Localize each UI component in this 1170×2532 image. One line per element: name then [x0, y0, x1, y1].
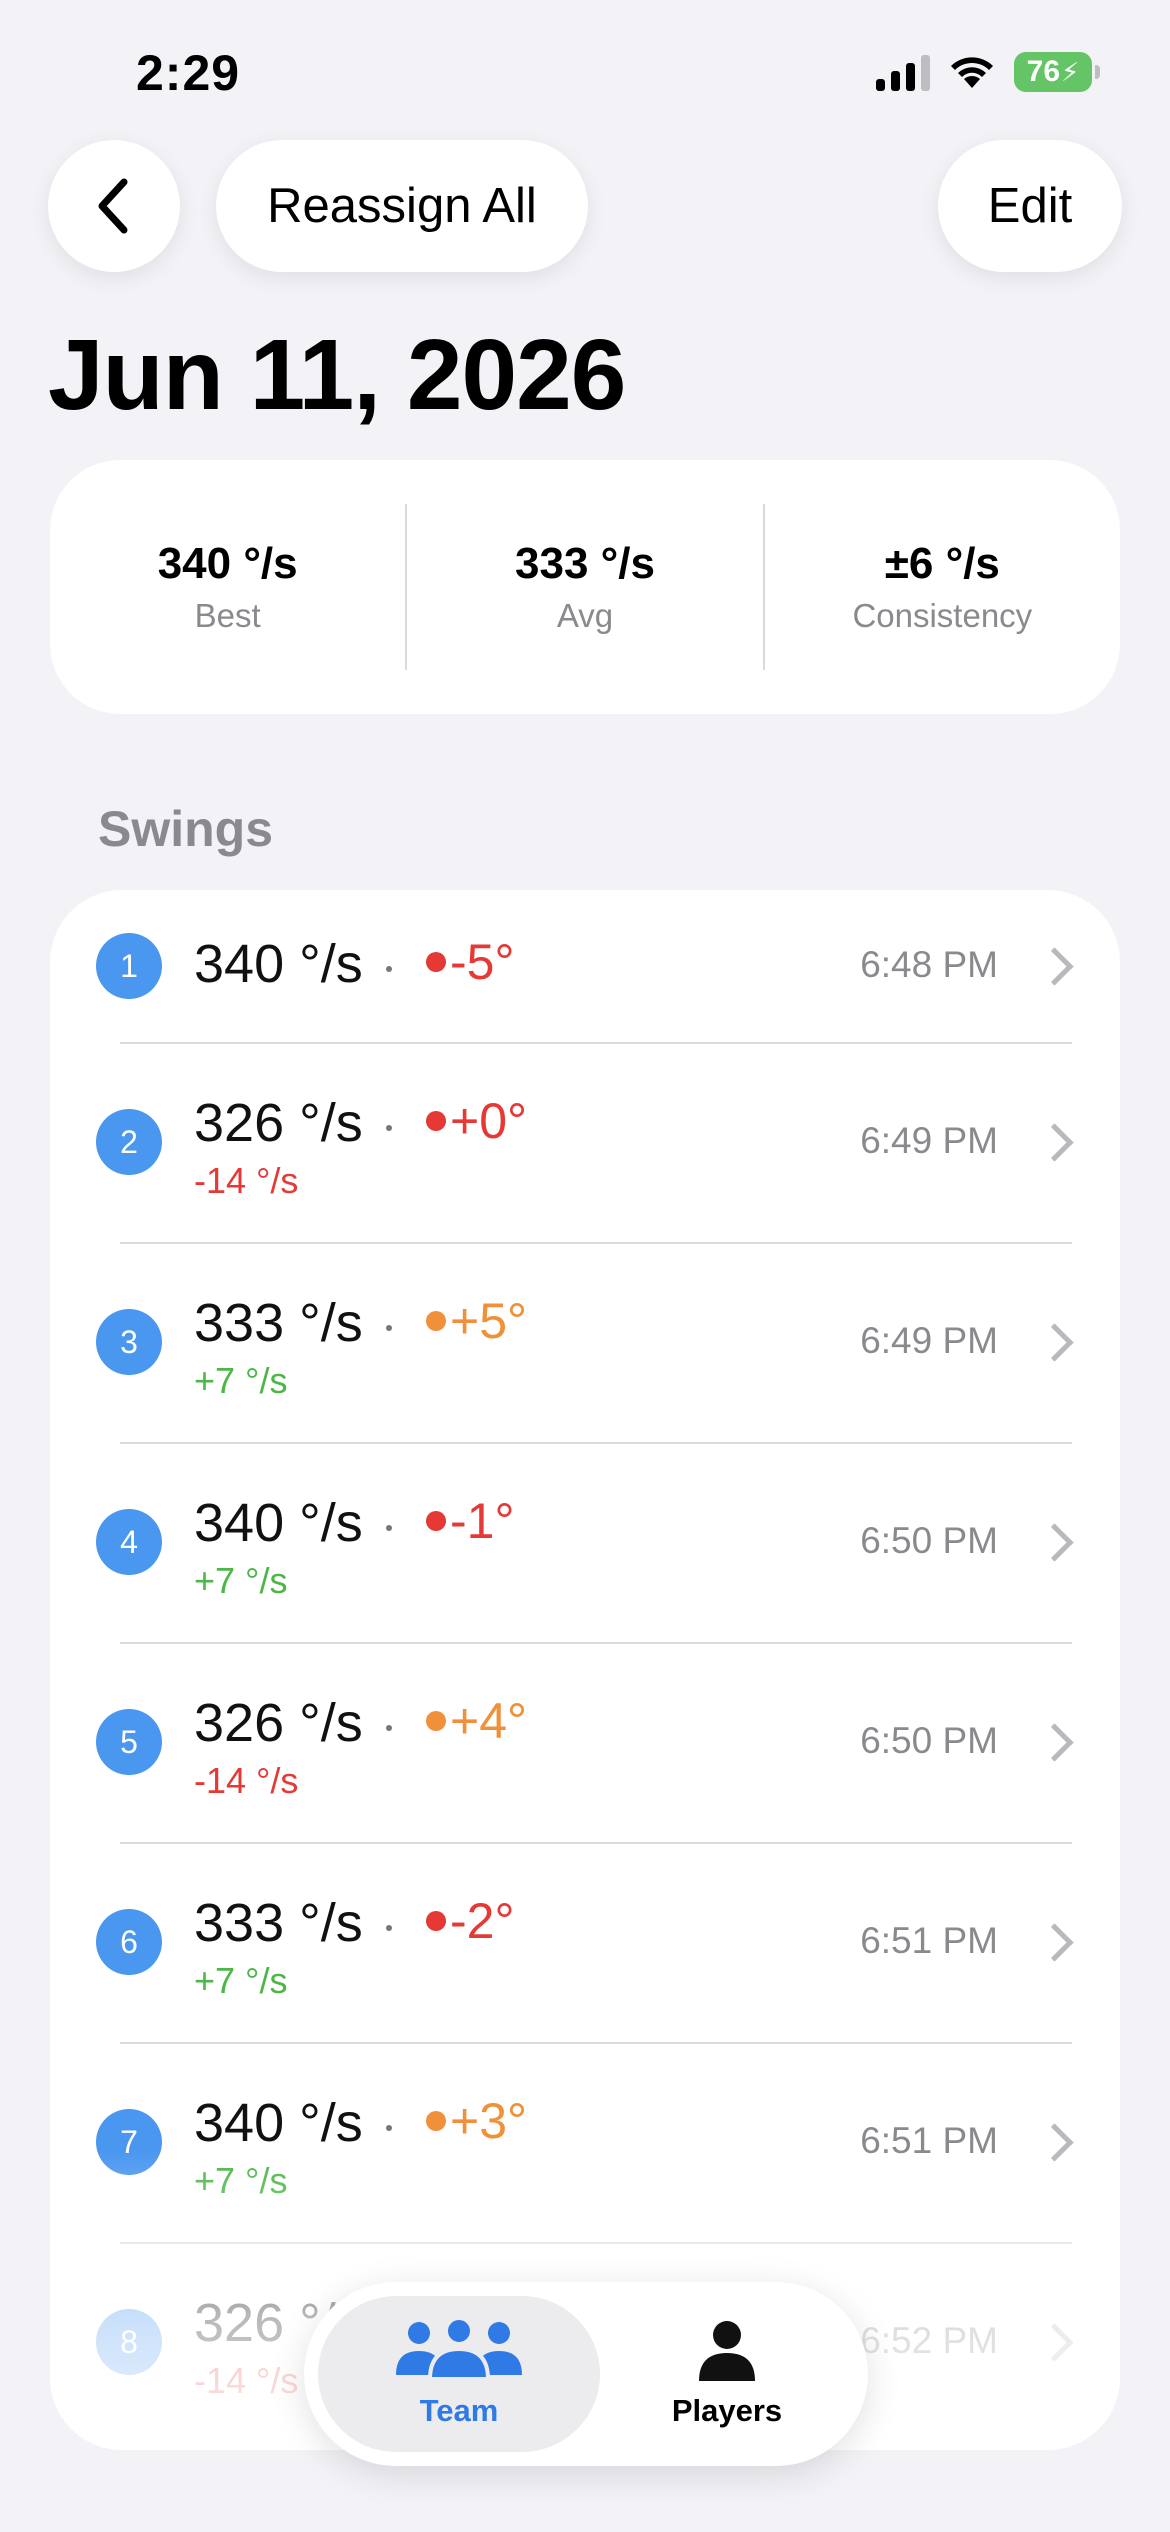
- battery-icon: 76 ⚡: [1014, 52, 1100, 92]
- swing-speed: 340 °/s: [194, 1493, 363, 1553]
- swing-delta: +7 °/s: [194, 1960, 288, 2001]
- swing-number-badge: 6: [96, 1909, 162, 1975]
- swing-delta: -14 °/s: [194, 1160, 299, 1201]
- reassign-all-button[interactable]: Reassign All: [216, 140, 588, 272]
- swing-speed: 326 °/s: [194, 1693, 363, 1753]
- chevron-left-icon: [98, 178, 128, 234]
- wifi-icon: [951, 57, 993, 88]
- stat-consistency: ±6 °/s Consistency: [765, 539, 1120, 635]
- chevron-right-icon: [1035, 1523, 1074, 1562]
- person-icon: [699, 2321, 755, 2381]
- separator-dot: [386, 1525, 392, 1531]
- swing-time: 6:49 PM: [860, 1120, 998, 1161]
- swing-row[interactable]: 5 326 °/s +4° -14 °/s 6:50 PM: [50, 1642, 1120, 1842]
- angle-status-dot: [426, 2111, 446, 2131]
- edit-button[interactable]: Edit: [938, 140, 1122, 272]
- separator-dot: [386, 1125, 392, 1131]
- page-title: Jun 11, 2026: [48, 319, 626, 431]
- swing-angle: -2°: [426, 1892, 514, 1950]
- swing-number-badge: 3: [96, 1309, 162, 1375]
- swings-list: 1 340 °/s -5° 6:48 PM 2 326 °/s +0° -14 °/s 6:49…: [50, 890, 1120, 2450]
- stat-best: 340 °/s Best: [50, 539, 405, 635]
- angle-status-dot: [426, 1711, 446, 1731]
- swing-speed: 333 °/s: [194, 1893, 363, 1953]
- cellular-signal-icon: [876, 53, 930, 91]
- stat-avg: 333 °/s Avg: [407, 539, 762, 635]
- swing-number-badge: 1: [96, 933, 162, 999]
- swing-speed: 340 °/s: [194, 2093, 363, 2153]
- swing-time: 6:48 PM: [860, 944, 998, 985]
- separator-dot: [386, 1725, 392, 1731]
- separator-dot: [386, 966, 392, 972]
- stat-value: 340 °/s: [157, 539, 298, 588]
- swing-row[interactable]: 2 326 °/s +0° -14 °/s 6:49 PM: [50, 1042, 1120, 1242]
- angle-status-dot: [426, 1511, 446, 1531]
- separator-dot: [386, 1925, 392, 1931]
- chevron-right-icon: [1035, 1723, 1074, 1762]
- swing-time: 6:49 PM: [860, 1320, 998, 1361]
- stat-value: 333 °/s: [515, 539, 655, 588]
- angle-value: -2°: [450, 1893, 515, 1949]
- swing-angle: +4°: [426, 1692, 527, 1750]
- chevron-right-icon: [1035, 1923, 1074, 1962]
- angle-status-dot: [426, 952, 446, 972]
- angle-value: +3°: [450, 2093, 528, 2149]
- stat-value: ±6 °/s: [884, 539, 1000, 588]
- battery-level: 76: [1026, 55, 1061, 88]
- people-icon: [396, 2319, 522, 2381]
- stat-label: Best: [194, 597, 261, 634]
- angle-status-dot: [426, 1311, 446, 1331]
- angle-status-dot: [426, 1911, 446, 1931]
- chevron-right-icon: [1035, 1123, 1074, 1162]
- stat-label: Avg: [556, 597, 614, 634]
- swing-delta: +7 °/s: [194, 1360, 288, 1401]
- swing-number-badge: 4: [96, 1509, 162, 1575]
- swing-delta: -14 °/s: [194, 1760, 299, 1801]
- swing-angle: +3°: [426, 2092, 527, 2150]
- separator-dot: [386, 1325, 392, 1331]
- back-button[interactable]: [48, 140, 180, 272]
- swing-time: 6:51 PM: [860, 1920, 998, 1961]
- status-time: 2:29: [136, 45, 241, 101]
- stats-card: 340 °/s Best 333 °/s Avg ±6 °/s Consiste…: [50, 460, 1120, 714]
- swing-delta: +7 °/s: [194, 1560, 288, 1601]
- swing-angle: -1°: [426, 1492, 514, 1550]
- chevron-right-icon: [1035, 1323, 1074, 1362]
- swing-angle: +5°: [426, 1292, 527, 1350]
- swing-row[interactable]: 3 333 °/s +5° +7 °/s 6:49 PM: [50, 1242, 1120, 1442]
- angle-value: +4°: [450, 1693, 528, 1749]
- tab-bar: Team Players: [304, 2282, 868, 2466]
- tab-label: Team: [419, 2393, 499, 2428]
- swing-row[interactable]: 6 333 °/s -2° +7 °/s 6:51 PM: [50, 1842, 1120, 2042]
- swing-row[interactable]: 4 340 °/s -1° +7 °/s 6:50 PM: [50, 1442, 1120, 1642]
- swing-speed: 326 °/s: [194, 1093, 363, 1153]
- swing-number-badge: 2: [96, 1109, 162, 1175]
- swing-angle: -5°: [426, 933, 514, 991]
- angle-value: +5°: [450, 1293, 528, 1349]
- swing-row[interactable]: 1 340 °/s -5° 6:48 PM: [50, 890, 1120, 1042]
- angle-value: +0°: [450, 1093, 528, 1149]
- angle-value: -5°: [450, 934, 515, 990]
- section-title: Swings: [98, 801, 274, 857]
- swing-time: 6:50 PM: [860, 1720, 998, 1761]
- separator-dot: [386, 2125, 392, 2131]
- tab-label: Players: [671, 2393, 783, 2428]
- swing-speed: 340 °/s: [194, 934, 363, 994]
- swing-number-badge: 5: [96, 1709, 162, 1775]
- tab-team[interactable]: Team: [318, 2296, 600, 2452]
- angle-value: -1°: [450, 1493, 515, 1549]
- stat-label: Consistency: [852, 597, 1033, 634]
- chevron-right-icon: [1035, 947, 1074, 986]
- angle-status-dot: [426, 1111, 446, 1131]
- swing-speed: 333 °/s: [194, 1293, 363, 1353]
- swing-time: 6:50 PM: [860, 1520, 998, 1561]
- tab-players[interactable]: Players: [600, 2296, 854, 2452]
- status-icons: 76 ⚡: [876, 52, 1100, 92]
- swing-angle: +0°: [426, 1092, 527, 1150]
